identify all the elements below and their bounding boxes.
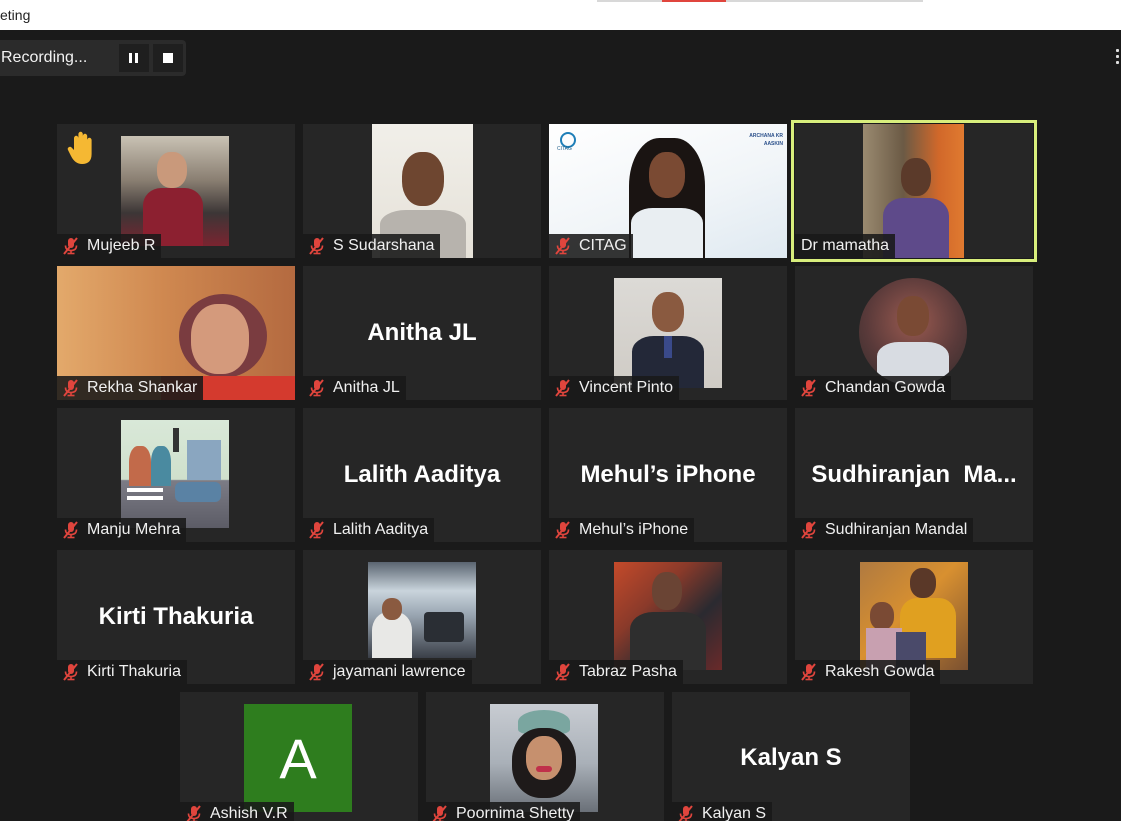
muted-microphone-icon (553, 378, 573, 398)
participant-nameplate: Rekha Shankar (57, 376, 204, 400)
video-tile-citag[interactable]: CITAG ARCHANA KR AASKIN CITAG (549, 124, 787, 258)
video-tile-tabraz-pasha[interactable]: Tabraz Pasha (549, 550, 787, 684)
pause-icon (129, 53, 132, 63)
muted-microphone-icon (307, 520, 327, 540)
muted-microphone-icon (799, 662, 819, 682)
citag-logo-text: CITAG (557, 146, 572, 152)
participant-video (859, 278, 967, 386)
participant-name: Poornima Shetty (456, 805, 575, 821)
muted-microphone-icon (307, 662, 327, 682)
participant-name: Kalyan S (702, 805, 767, 821)
participant-avatar-image (490, 704, 598, 812)
participant-nameplate: Chandan Gowda (795, 376, 952, 400)
participant-nameplate: Anitha JL (303, 376, 406, 400)
video-tile-mujeeb-r[interactable]: Mujeeb R (57, 124, 295, 258)
muted-microphone-icon (61, 378, 81, 398)
video-tile-jayamani-lawrence[interactable]: jayamani lawrence (303, 550, 541, 684)
title-bar-tab-indicator (662, 0, 726, 2)
video-tile-lalith-aaditya[interactable]: Lalith Aaditya Lalith Aaditya (303, 408, 541, 542)
participant-name: Manju Mehra (87, 521, 181, 538)
participant-avatar-image (368, 562, 476, 658)
video-tile-rekha-shankar[interactable]: Rekha Shankar (57, 266, 295, 400)
participant-nameplate: Dr mamatha (795, 234, 896, 258)
window-title: eting (0, 7, 31, 23)
participant-nameplate: Mehul’s iPhone (549, 518, 695, 542)
video-tile-anitha-jl[interactable]: Anitha JL Anitha JL (303, 266, 541, 400)
participant-name: Vincent Pinto (579, 379, 673, 396)
muted-microphone-icon (61, 236, 81, 256)
participant-name: Anitha JL (333, 379, 400, 396)
participant-nameplate: Poornima Shetty (426, 802, 581, 821)
participant-name: jayamani lawrence (333, 663, 466, 680)
muted-microphone-icon (61, 520, 81, 540)
participant-nameplate: Rakesh Gowda (795, 660, 941, 684)
muted-microphone-icon (553, 520, 573, 540)
participant-nameplate: S Sudarshana (303, 234, 441, 258)
participant-nameplate: Kalyan S (672, 802, 773, 821)
participant-avatar-letter: A (244, 704, 352, 812)
stop-icon (163, 53, 173, 63)
participant-avatar-image (121, 420, 229, 528)
participant-avatar-image (614, 562, 722, 670)
participant-name: Rakesh Gowda (825, 663, 935, 680)
muted-microphone-icon (553, 662, 573, 682)
video-tile-poornima-shetty[interactable]: Poornima Shetty (426, 692, 664, 821)
participant-video (614, 278, 722, 388)
participant-nameplate: Kirti Thakuria (57, 660, 187, 684)
participant-nameplate: Lalith Aaditya (303, 518, 435, 542)
muted-microphone-icon (61, 662, 81, 682)
muted-microphone-icon (676, 804, 696, 821)
recording-bar: Recording... (0, 40, 186, 76)
participant-name: Mehul’s iPhone (579, 521, 689, 538)
participant-name: Sudhiranjan Mandal (825, 521, 968, 538)
participant-nameplate: Tabraz Pasha (549, 660, 683, 684)
participant-nameplate: CITAG (549, 234, 633, 258)
participant-nameplate: Vincent Pinto (549, 376, 679, 400)
participant-nameplate: Mujeeb R (57, 234, 162, 258)
pause-icon-bar (135, 53, 138, 63)
participant-name: S Sudarshana (333, 237, 435, 254)
video-tile-chandan-gowda[interactable]: Chandan Gowda (795, 266, 1033, 400)
participant-avatar-image (860, 562, 968, 670)
recording-label: Recording... (1, 49, 88, 66)
muted-microphone-icon (799, 520, 819, 540)
muted-microphone-icon (799, 378, 819, 398)
participant-name: Rekha Shankar (87, 379, 198, 396)
video-tile-sudhiranjan-mandal[interactable]: Sudhiranjan Ma... Sudhiranjan Mandal (795, 408, 1033, 542)
participant-name: Mujeeb R (87, 237, 156, 254)
participant-video (121, 136, 229, 246)
muted-microphone-icon (553, 236, 573, 256)
virtual-background-banner: ARCHANA KR AASKIN (749, 133, 783, 147)
participant-name: Dr mamatha (801, 237, 890, 254)
stop-recording-button[interactable] (153, 44, 183, 72)
participant-name: Kirti Thakuria (87, 663, 181, 680)
muted-microphone-icon (430, 804, 450, 821)
muted-microphone-icon (307, 236, 327, 256)
participant-nameplate: Ashish V.R (180, 802, 294, 821)
video-tile-vincent-pinto[interactable]: Vincent Pinto (549, 266, 787, 400)
participant-name: Chandan Gowda (825, 379, 946, 396)
participant-nameplate: Sudhiranjan Mandal (795, 518, 974, 542)
participant-nameplate: jayamani lawrence (303, 660, 472, 684)
video-tile-mehuls-iphone[interactable]: Mehul’s iPhone Mehul’s iPhone (549, 408, 787, 542)
video-tile-s-sudarshana[interactable]: S Sudarshana (303, 124, 541, 258)
video-tile-kirti-thakuria[interactable]: Kirti Thakuria Kirti Thakuria (57, 550, 295, 684)
more-options-icon[interactable] (1113, 43, 1121, 69)
participant-nameplate: Manju Mehra (57, 518, 187, 542)
video-tile-manju-mehra[interactable]: Manju Mehra (57, 408, 295, 542)
title-bar-tabstrip (597, 0, 923, 2)
muted-microphone-icon (307, 378, 327, 398)
participant-name: Lalith Aaditya (333, 521, 429, 538)
participant-name: Tabraz Pasha (579, 663, 677, 680)
video-tile-dr-mamatha[interactable]: Dr mamatha (791, 120, 1037, 262)
window-title-bar: eting (0, 0, 1121, 30)
participant-name: Ashish V.R (210, 805, 288, 821)
raised-hand-icon (67, 131, 92, 164)
video-tile-kalyan-s[interactable]: Kalyan S Kalyan S (672, 692, 910, 821)
video-tile-rakesh-gowda[interactable]: Rakesh Gowda (795, 550, 1033, 684)
pause-recording-button[interactable] (119, 44, 149, 72)
participant-name: CITAG (579, 237, 627, 254)
video-tile-ashish-vr[interactable]: A Ashish V.R (180, 692, 418, 821)
muted-microphone-icon (184, 804, 204, 821)
